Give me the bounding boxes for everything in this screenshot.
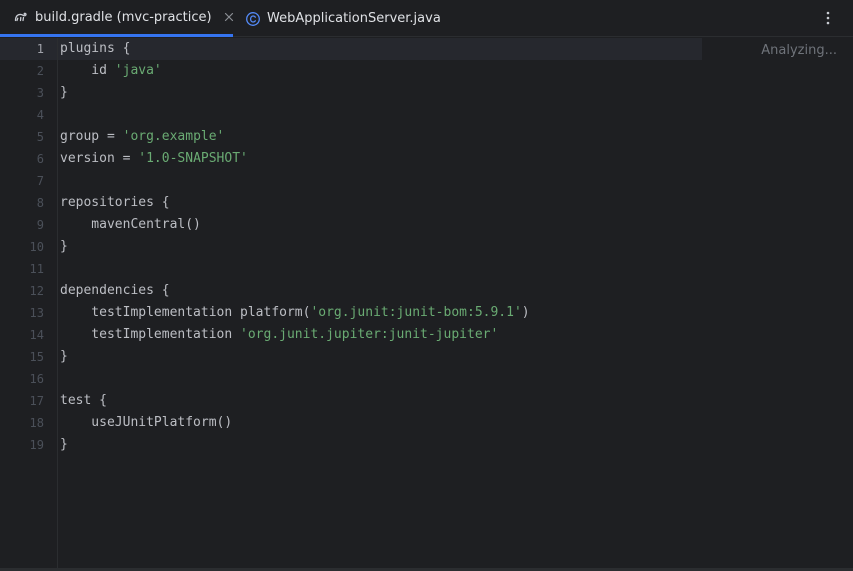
code-token: repositories { xyxy=(60,195,170,210)
line-number: 16 xyxy=(29,372,44,386)
line-number: 7 xyxy=(36,174,44,188)
line-number: 15 xyxy=(29,350,44,364)
code-token: dependencies { xyxy=(60,283,170,298)
code-line[interactable]: } xyxy=(60,346,68,368)
line-number: 6 xyxy=(36,152,44,166)
line-number: 12 xyxy=(29,284,44,298)
code-line[interactable]: test { xyxy=(60,390,107,412)
code-area[interactable]: plugins { id 'java'} group = 'org.example… xyxy=(58,38,853,568)
tab-label: WebApplicationServer.java xyxy=(267,11,441,26)
code-token: plugins { xyxy=(60,41,131,56)
line-number: 9 xyxy=(36,218,44,232)
string-literal: 'java' xyxy=(114,63,162,78)
code-token: testImplementation platform( xyxy=(60,305,311,320)
code-token: ) xyxy=(521,305,530,320)
code-token: version = xyxy=(60,151,139,166)
java-class-icon xyxy=(245,11,261,27)
line-number: 19 xyxy=(29,438,44,452)
tab-web-application-server[interactable]: WebApplicationServer.java xyxy=(233,0,453,37)
line-number: 5 xyxy=(36,130,44,144)
code-line[interactable]: repositories { xyxy=(60,192,170,214)
code-line[interactable]: testImplementation platform('org.junit:j… xyxy=(60,302,530,324)
more-options-icon[interactable] xyxy=(819,9,837,27)
line-number: 2 xyxy=(36,64,44,78)
line-number: 13 xyxy=(29,306,44,320)
editor-tab-bar: build.gradle (mvc-practice) WebApplicati… xyxy=(0,0,853,37)
line-number: 11 xyxy=(29,262,44,276)
code-line[interactable]: } xyxy=(60,434,68,456)
code-line[interactable]: } xyxy=(60,82,68,104)
analyzing-status: Analyzing... xyxy=(753,40,845,62)
ide-window: build.gradle (mvc-practice) WebApplicati… xyxy=(0,0,853,571)
code-token: useJUnitPlatform() xyxy=(60,415,233,430)
line-number: 1 xyxy=(36,42,44,56)
code-token: id xyxy=(60,63,115,78)
code-line[interactable]: dependencies { xyxy=(60,280,170,302)
line-number: 8 xyxy=(36,196,44,210)
code-token: testImplementation xyxy=(60,327,241,342)
code-line[interactable]: version = '1.0-SNAPSHOT' xyxy=(60,148,248,170)
code-line[interactable]: mavenCentral() xyxy=(60,214,201,236)
code-editor[interactable]: 1 2 3 4 5 6 7 8 9 10 11 12 13 14 15 16 17 18 19 plugins { … xyxy=(0,38,853,568)
code-token: } xyxy=(60,85,68,100)
line-number: 17 xyxy=(29,394,44,408)
code-line[interactable]: id 'java' xyxy=(60,60,162,82)
code-token: } xyxy=(60,239,68,254)
string-literal: 'org.example' xyxy=(122,129,225,144)
string-literal: 'org.junit:junit-bom:5.9.1' xyxy=(310,305,522,320)
code-token: test { xyxy=(60,393,107,408)
code-token: group = xyxy=(60,129,123,144)
line-number: 10 xyxy=(29,240,44,254)
line-number: 3 xyxy=(36,86,44,100)
gradle-icon xyxy=(13,9,29,25)
string-literal: '1.0-SNAPSHOT' xyxy=(138,151,248,166)
code-token: } xyxy=(60,349,68,364)
tab-label: build.gradle (mvc-practice) xyxy=(35,9,212,25)
code-line[interactable]: group = 'org.example' xyxy=(60,126,224,148)
code-line[interactable]: } xyxy=(60,236,68,258)
line-number: 14 xyxy=(29,328,44,342)
string-literal: 'org.junit.jupiter:junit-jupiter' xyxy=(240,327,499,342)
code-token: mavenCentral() xyxy=(60,217,201,232)
line-number-gutter: 1 2 3 4 5 6 7 8 9 10 11 12 13 14 15 16 17 18 19 xyxy=(0,38,58,568)
tab-build-gradle[interactable]: build.gradle (mvc-practice) xyxy=(0,0,233,37)
code-line[interactable]: testImplementation 'org.junit.jupiter:ju… xyxy=(60,324,498,346)
code-line[interactable]: useJUnitPlatform() xyxy=(60,412,232,434)
line-number: 18 xyxy=(29,416,44,430)
code-token: } xyxy=(60,437,68,452)
line-number: 4 xyxy=(36,108,44,122)
code-line[interactable]: plugins { xyxy=(60,38,130,60)
